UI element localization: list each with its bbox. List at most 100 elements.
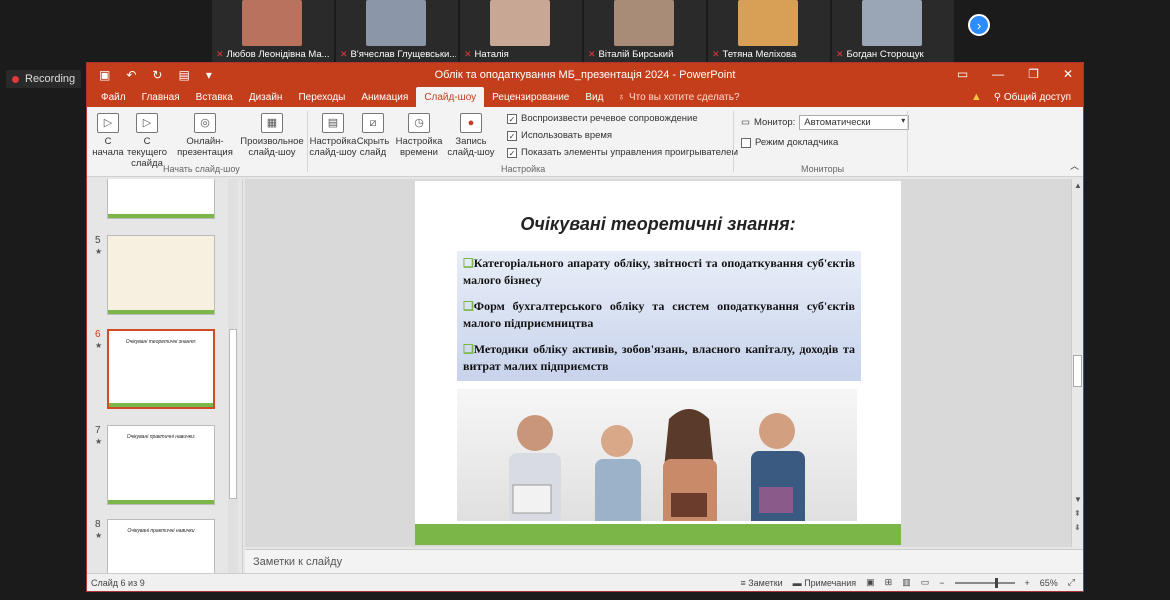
tab-home[interactable]: Главная: [134, 87, 188, 107]
play-from-current-icon: ▷: [136, 113, 158, 133]
ribbon-display-icon[interactable]: ▭: [957, 67, 968, 81]
scroll-up-icon[interactable]: ▲: [1074, 181, 1082, 190]
slide-thumbnail[interactable]: 8 ★ Очікувані практичні навички: [87, 519, 237, 579]
from-start-button[interactable]: ▷ С начала: [91, 113, 125, 158]
scroll-down-icon[interactable]: ▼: [1074, 495, 1082, 504]
close-icon[interactable]: ✕: [1063, 67, 1073, 81]
share-button[interactable]: ⚲ Общий доступ: [994, 92, 1071, 103]
thumbnail-footer: [109, 403, 213, 407]
participant-tile[interactable]: ✕ Любов Леонідівна Ма...: [212, 0, 334, 62]
thumbnail-image: [107, 235, 215, 315]
record-slideshow-button[interactable]: ● Запись слайд-шоу: [445, 113, 497, 158]
bullet-list[interactable]: ❑Категоріального апарату обліку, звітнос…: [457, 251, 861, 381]
zoom-in-icon[interactable]: +: [1025, 578, 1030, 588]
hide-slide-button[interactable]: ⧄ Скрыть слайд: [355, 113, 391, 158]
tab-animations[interactable]: Анимация: [353, 87, 416, 107]
checkmark-icon: ✓: [507, 113, 517, 124]
muted-mic-icon: ✕: [588, 49, 596, 59]
presenter-view-checkbox[interactable]: Режим докладчика: [741, 137, 838, 148]
group-label-start: Начать слайд-шоу: [163, 164, 240, 174]
recording-indicator[interactable]: Recording: [6, 70, 82, 88]
slide-sorter-icon[interactable]: ⊞: [885, 577, 893, 588]
participant-name: Віталій Бирський: [598, 49, 674, 60]
thumbnail-image: Очікувані практичні навички: [107, 519, 215, 579]
timing-label: Использовать время: [521, 130, 613, 141]
minimize-icon[interactable]: —: [992, 67, 1004, 81]
participant-tile[interactable]: ✕ Тетяна Меліхова: [708, 0, 830, 62]
next-participants-button[interactable]: ›: [968, 14, 990, 36]
scrollbar-thumb[interactable]: [1073, 355, 1082, 387]
from-current-button[interactable]: ▷ С текущего слайда: [123, 113, 171, 169]
scrollbar-thumb[interactable]: [229, 329, 237, 499]
collapse-ribbon-icon[interactable]: ︿: [1070, 159, 1079, 172]
zoom-out-icon[interactable]: −: [939, 578, 944, 588]
timings-label: Настройка времени: [395, 136, 443, 158]
tab-view[interactable]: Вид: [577, 87, 611, 107]
participant-video: [490, 0, 550, 46]
slide-thumbnail[interactable]: 5 ★: [87, 235, 237, 315]
participant-video: [242, 0, 302, 46]
next-slide-icon[interactable]: ⇟: [1074, 523, 1081, 532]
thumbnail-image: Очікувані теоретичні знання:: [107, 329, 215, 409]
tab-design[interactable]: Дизайн: [241, 87, 291, 107]
custom-label: Произвольное слайд-шоу: [240, 136, 304, 158]
tab-insert[interactable]: Вставка: [188, 87, 241, 107]
notes-pane[interactable]: Заметки к слайду: [245, 549, 1083, 575]
fit-to-window-icon[interactable]: ⤢: [1068, 577, 1075, 588]
slide-thumbnail[interactable]: [87, 179, 237, 219]
monitor-select[interactable]: Автоматически: [799, 115, 910, 130]
tab-slideshow[interactable]: Слайд-шоу: [416, 87, 485, 107]
timing-checkbox[interactable]: ✓ Использовать время: [507, 130, 612, 141]
participant-tile[interactable]: ✕ В'ячеслав Глущевськи...: [336, 0, 458, 62]
participant-tile[interactable]: ✕ Віталій Бирський: [584, 0, 706, 62]
custom-slideshow-button[interactable]: ▦ Произвольное слайд-шоу: [239, 113, 305, 158]
monitor-label: Монитор:: [753, 117, 796, 128]
tell-me-box[interactable]: ♁ Что вы хотите сделать?: [611, 92, 745, 107]
participant-tile[interactable]: ✕ Богдан Сторощук: [832, 0, 954, 62]
muted-mic-icon: ✕: [340, 49, 348, 59]
bullet-square-icon: ❑: [463, 299, 474, 313]
tab-file[interactable]: Файл: [93, 87, 134, 107]
bullet-text: Методики обліку активів, зобов'язань, вл…: [463, 342, 855, 373]
participant-tile[interactable]: ✕ Наталія: [460, 0, 582, 62]
slide-thumbnail-active[interactable]: 6 ★ Очікувані теоретичні знання:: [87, 329, 237, 409]
transition-star-icon: ★: [95, 531, 103, 540]
ribbon-separator: [307, 111, 308, 172]
bullet-square-icon: ❑: [463, 256, 474, 270]
participant-name: Тетяна Меліхова: [722, 49, 797, 60]
controls-checkbox[interactable]: ✓ Показать элементы управления проигрыват…: [507, 147, 738, 158]
tab-transitions[interactable]: Переходы: [290, 87, 353, 107]
slide-thumbnail[interactable]: 7 ★ Очікувані практичні навички:: [87, 425, 237, 505]
zoom-level[interactable]: 65%: [1040, 578, 1058, 588]
zoom-slider[interactable]: [954, 577, 1015, 588]
previous-slide-icon[interactable]: ⇞: [1074, 509, 1081, 518]
timer-icon: ◷: [408, 113, 430, 133]
slideshow-view-icon[interactable]: ▭: [921, 577, 930, 588]
warning-icon[interactable]: ▲: [971, 91, 982, 103]
thumbnail-footer: [108, 214, 214, 218]
muted-mic-icon: ✕: [712, 49, 720, 59]
slide-heading[interactable]: Очікувані теоретичні знання:: [415, 214, 901, 235]
current-slide[interactable]: Очікувані теоретичні знання: ❑Категоріал…: [415, 181, 901, 545]
zoom-slider-knob[interactable]: [994, 577, 998, 588]
comments-button[interactable]: ▬ Примечания: [793, 578, 856, 588]
tab-review[interactable]: Рецензирование: [484, 87, 577, 107]
recording-label: Recording: [25, 73, 76, 85]
rehearse-timings-button[interactable]: ◷ Настройка времени: [393, 113, 445, 158]
maximize-icon[interactable]: ❐: [1028, 67, 1039, 81]
muted-mic-icon: ✕: [836, 49, 844, 59]
presenter-view-label: Режим докладчика: [755, 137, 839, 148]
narration-checkbox[interactable]: ✓ Воспроизвести речевое сопровождение: [507, 113, 698, 124]
thumbnails-scrollbar[interactable]: [228, 179, 238, 574]
thumbnail-title: Очікувані теоретичні знання:: [125, 339, 197, 345]
bullet-item: ❑Категоріального апарату обліку, звітнос…: [463, 255, 855, 289]
normal-view-icon[interactable]: ▣: [866, 577, 875, 588]
online-presentation-button[interactable]: ◎ Онлайн-презентация: [173, 113, 237, 158]
notes-toggle-button[interactable]: ≡ Заметки: [740, 578, 782, 588]
group-label-monitors: Мониторы: [801, 164, 845, 174]
setup-slideshow-button[interactable]: ▤ Настройка слайд-шоу: [309, 113, 357, 158]
narration-label: Воспроизвести речевое сопровождение: [521, 113, 698, 124]
share-label: Общий доступ: [1003, 91, 1071, 103]
reading-view-icon[interactable]: ▥: [902, 577, 911, 588]
slide-scrollbar[interactable]: ▲ ▼ ⇞ ⇟: [1071, 179, 1083, 547]
